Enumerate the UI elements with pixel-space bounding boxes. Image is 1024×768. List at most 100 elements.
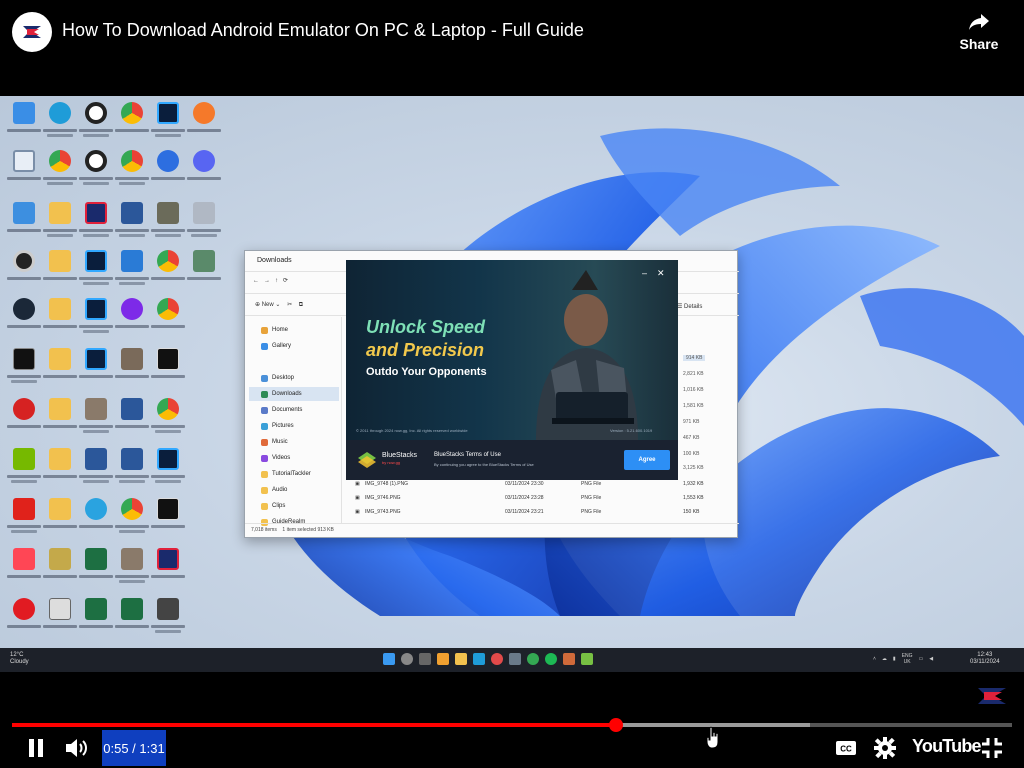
recording-icon[interactable] [491, 653, 503, 665]
video-title[interactable]: How To Download Android Emulator On PC &… [62, 20, 584, 41]
desktop-icon[interactable] [114, 202, 150, 246]
file-row[interactable]: ▣ IMG_9743.PNG 03/11/2024 23:21 PNG File… [353, 509, 733, 521]
desktop-icon[interactable] [150, 150, 186, 194]
desktop-icon[interactable] [6, 250, 42, 294]
task-view-icon[interactable] [419, 653, 431, 665]
desktop-icon[interactable] [78, 202, 114, 246]
sidebar-item-music[interactable]: Music [261, 435, 339, 449]
desktop-icon[interactable] [114, 298, 150, 342]
desktop-icon[interactable] [150, 250, 186, 294]
sidebar-item-downloads[interactable]: Downloads [249, 387, 339, 401]
desktop-icon[interactable] [78, 102, 114, 146]
volume-button[interactable] [62, 735, 92, 761]
desktop-icon[interactable] [78, 398, 114, 442]
desktop-icon[interactable] [114, 548, 150, 592]
desktop-icon[interactable] [150, 448, 186, 492]
windows-start-icon[interactable] [383, 653, 395, 665]
sidebar-item-tutorialtackler[interactable]: TutorialTackler [261, 467, 339, 481]
minimize-icon[interactable]: – [642, 268, 647, 279]
desktop-icon[interactable] [150, 102, 186, 146]
bluestacks-window-controls[interactable]: – ✕ [642, 268, 665, 279]
explorer-nav-arrows[interactable]: ← → ↑ ⟳ [253, 277, 288, 284]
desktop-icon[interactable] [114, 250, 150, 294]
terms-text[interactable]: By continuing you agree to the BlueStack… [434, 462, 534, 467]
desktop-icon[interactable] [150, 398, 186, 442]
youtube-logo[interactable]: YouTube [912, 736, 982, 757]
sidebar-item-desktop[interactable]: Desktop [261, 371, 339, 385]
desktop-icon[interactable] [114, 348, 150, 392]
desktop-icon[interactable] [42, 102, 78, 146]
desktop-icon[interactable] [186, 250, 222, 294]
desktop-icon[interactable] [42, 598, 78, 642]
sidebar-item-audio[interactable]: Audio [261, 483, 339, 497]
pause-button[interactable] [24, 736, 48, 760]
weather-widget[interactable]: 12°C Cloudy [10, 652, 29, 666]
volume-tray-icon[interactable]: ◀ [929, 656, 933, 662]
desktop-icon[interactable] [42, 250, 78, 294]
edge-icon[interactable] [473, 653, 485, 665]
language-indicator[interactable]: ENG UK [902, 653, 913, 665]
search-icon[interactable] [401, 653, 413, 665]
desktop-icon[interactable] [6, 150, 42, 194]
app-icon[interactable] [563, 653, 575, 665]
share-button[interactable]: Share [952, 12, 1006, 64]
desktop-icon[interactable] [78, 498, 114, 542]
desktop-icon[interactable] [42, 202, 78, 246]
video-frame[interactable]: Downloads ← → ↑ ⟳ ⊕ New ⌄ ✂ ⧉ ☰ Details … [0, 96, 1024, 672]
desktop-icon[interactable] [150, 348, 186, 392]
desktop-icon[interactable] [78, 548, 114, 592]
sidebar-item-pictures[interactable]: Pictures [261, 419, 339, 433]
file-row[interactable]: ▣ IMG_9748 (1).PNG 03/11/2024 23:30 PNG … [353, 481, 733, 493]
desktop-icon[interactable] [6, 202, 42, 246]
desktop-icon[interactable] [6, 498, 42, 542]
desktop-icon[interactable] [150, 202, 186, 246]
desktop-icon[interactable] [186, 102, 222, 146]
desktop-icon[interactable] [186, 150, 222, 194]
desktop-icon[interactable] [114, 448, 150, 492]
desktop-icon[interactable] [6, 398, 42, 442]
chevron-up-icon[interactable]: ˄ [873, 656, 876, 662]
desktop-icon[interactable] [78, 250, 114, 294]
network-icon[interactable]: ▭ [919, 656, 924, 662]
app-tray-icon[interactable]: ▮ [893, 656, 896, 662]
desktop-icon[interactable] [42, 448, 78, 492]
close-icon[interactable]: ✕ [657, 268, 665, 279]
captions-button[interactable]: CC [834, 736, 858, 760]
desktop-icon[interactable] [114, 398, 150, 442]
agree-button[interactable]: Agree [624, 450, 670, 470]
progress-scrubber[interactable] [609, 718, 623, 732]
sidebar-item-clips[interactable]: Clips [261, 499, 339, 513]
channel-avatar[interactable] [12, 12, 52, 52]
sidebar-item-gallery[interactable]: Gallery [261, 339, 339, 353]
onedrive-icon[interactable]: ☁ [882, 656, 887, 662]
photos-icon[interactable] [509, 653, 521, 665]
desktop-icon[interactable] [150, 548, 186, 592]
explorer-details-button[interactable]: ☰ Details [677, 303, 702, 310]
desktop-icon[interactable] [6, 102, 42, 146]
desktop-icon[interactable] [150, 498, 186, 542]
desktop-icon[interactable] [114, 498, 150, 542]
desktop-icon[interactable] [78, 150, 114, 194]
desktop-icon[interactable] [150, 598, 186, 642]
desktop-icon[interactable] [114, 150, 150, 194]
explorer-new-button[interactable]: ⊕ New ⌄ ✂ ⧉ [255, 301, 303, 309]
desktop-icon[interactable] [114, 598, 150, 642]
desktop-icon[interactable] [42, 348, 78, 392]
desktop-icon[interactable] [6, 598, 42, 642]
taskbar-clock[interactable]: 12:43 03/11/2024 [970, 652, 1000, 666]
desktop-icon[interactable] [42, 548, 78, 592]
sidebar-item-videos[interactable]: Videos [261, 451, 339, 465]
sidebar-item-home[interactable]: Home [261, 323, 339, 337]
desktop-icon[interactable] [42, 150, 78, 194]
desktop-icon[interactable] [42, 298, 78, 342]
desktop-icon[interactable] [6, 298, 42, 342]
progress-bar[interactable] [12, 718, 1012, 732]
desktop-icon[interactable] [78, 298, 114, 342]
chrome-icon[interactable] [527, 653, 539, 665]
desktop-icon[interactable] [6, 548, 42, 592]
bluestacks-taskbar-icon[interactable] [581, 653, 593, 665]
bluestacks-installer-dialog[interactable]: – ✕ Unlock Speed and Precision Outdo You… [346, 260, 678, 480]
file-explorer-icon[interactable] [455, 653, 467, 665]
desktop-icon[interactable] [150, 298, 186, 342]
desktop-icon[interactable] [6, 448, 42, 492]
